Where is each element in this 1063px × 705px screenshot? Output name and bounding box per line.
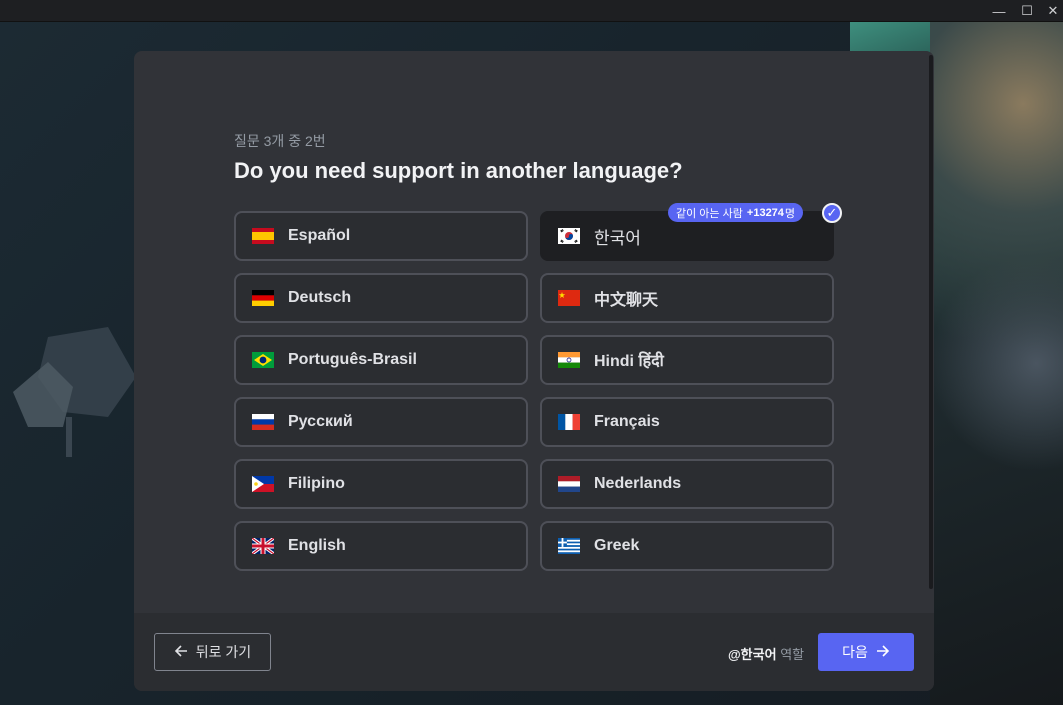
role-info: @한국어 역할 xyxy=(728,644,804,663)
window-titlebar: — ☐ ✕ xyxy=(0,0,1063,22)
next-button-label: 다음 xyxy=(842,644,868,660)
option-label: Español xyxy=(288,227,351,244)
option-label: Hindi हिंदी xyxy=(594,353,664,370)
option-label: Greek xyxy=(594,537,640,554)
option-hindi[interactable]: Hindi हिंदी xyxy=(540,335,834,385)
modal-footer: 뒤로 가기 @한국어 역할 다음 xyxy=(134,613,934,691)
option-english[interactable]: English xyxy=(234,521,528,571)
option-label: 한국어 xyxy=(594,228,641,248)
uk-flag-icon xyxy=(252,538,274,554)
option-russkiy[interactable]: Русский xyxy=(234,397,528,447)
russia-flag-icon xyxy=(252,414,274,430)
philippines-flag-icon xyxy=(252,476,274,492)
back-button[interactable]: 뒤로 가기 xyxy=(154,633,271,671)
mutual-members-badge: 같이 아는 사람 +13274 명 xyxy=(668,203,804,222)
option-label: English xyxy=(288,537,346,554)
china-flag-icon xyxy=(558,290,580,306)
option-label: Français xyxy=(594,413,660,430)
onboarding-modal: 질문 3개 중 2번 Do you need support in anothe… xyxy=(134,51,934,691)
germany-flag-icon xyxy=(252,290,274,306)
badge-suffix: 명 xyxy=(784,207,796,220)
korea-flag-icon xyxy=(558,228,580,244)
back-button-label: 뒤로 가기 xyxy=(195,644,252,660)
option-greek[interactable]: Greek xyxy=(540,521,834,571)
option-francais[interactable]: Français xyxy=(540,397,834,447)
option-label: Русский xyxy=(288,413,353,430)
india-flag-icon xyxy=(558,352,580,368)
arrow-left-icon xyxy=(174,644,188,661)
role-suffix: 역할 xyxy=(780,647,805,662)
question-title: Do you need support in another language? xyxy=(234,158,683,183)
option-deutsch[interactable]: Deutsch xyxy=(234,273,528,323)
netherlands-flag-icon xyxy=(558,476,580,492)
option-label: Deutsch xyxy=(288,289,352,306)
badge-prefix: 같이 아는 사람 xyxy=(676,207,743,220)
scrollbar[interactable] xyxy=(929,55,933,589)
option-label: Filipino xyxy=(288,475,345,492)
selected-check-icon: ✓ xyxy=(822,203,842,223)
option-portugues-brasil[interactable]: Português-Brasil xyxy=(234,335,528,385)
option-label: Nederlands xyxy=(594,475,682,492)
step-indicator: 질문 3개 중 2번 xyxy=(234,133,326,149)
close-window-button[interactable]: ✕ xyxy=(1037,0,1063,22)
role-mention: @한국어 xyxy=(728,647,777,662)
robot-illustration xyxy=(930,22,1063,705)
polygon-decoration xyxy=(13,327,136,457)
option-chinese[interactable]: 中文聊天 xyxy=(540,273,834,323)
arrow-right-icon xyxy=(876,644,890,661)
option-nederlands[interactable]: Nederlands xyxy=(540,459,834,509)
option-label: 中文聊天 xyxy=(594,292,659,309)
france-flag-icon xyxy=(558,414,580,430)
brazil-flag-icon xyxy=(252,352,274,368)
option-filipino[interactable]: Filipino xyxy=(234,459,528,509)
option-label: Português-Brasil xyxy=(288,351,417,368)
next-button[interactable]: 다음 xyxy=(818,633,914,671)
greece-flag-icon xyxy=(558,538,580,554)
option-espanol[interactable]: Español xyxy=(234,211,528,261)
spain-flag-icon xyxy=(252,228,274,244)
badge-count: +13274 xyxy=(746,206,784,219)
